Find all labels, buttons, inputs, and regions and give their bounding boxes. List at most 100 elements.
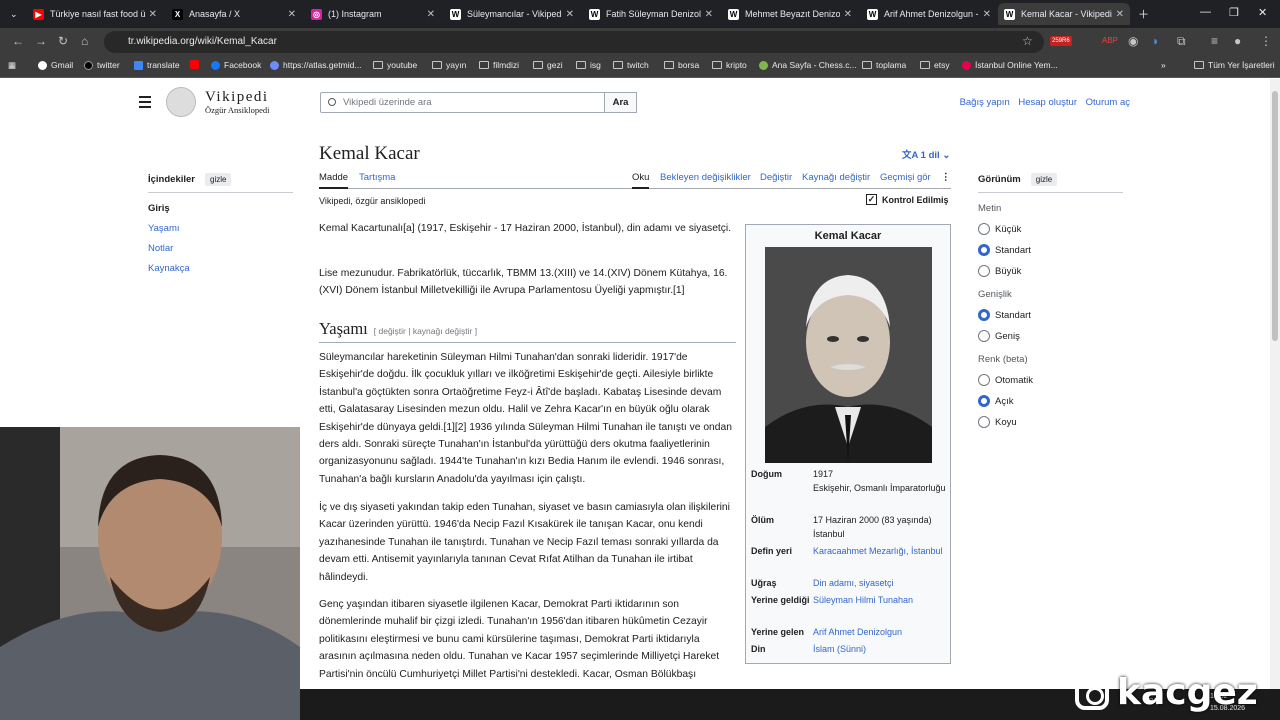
bookmark-folder[interactable]: borsa: [664, 60, 699, 70]
forward-icon[interactable]: →: [35, 34, 47, 48]
bookmark-folder[interactable]: youtube: [373, 60, 417, 70]
adblock-icon[interactable]: ABP: [1102, 36, 1118, 45]
bookmark-item[interactable]: Facebook: [211, 60, 261, 70]
tab-talk[interactable]: Tartışma: [359, 172, 395, 183]
home-icon[interactable]: ⌂: [81, 34, 88, 48]
wikipedia-icon: W: [450, 8, 461, 20]
radio-color-auto[interactable]: Otomatik: [978, 374, 1123, 386]
close-icon[interactable]: ✕: [149, 9, 157, 20]
toc-item[interactable]: Yaşamı: [148, 223, 293, 234]
tab-edit[interactable]: Değiştir: [760, 172, 792, 183]
login-link[interactable]: Oturum aç: [1086, 97, 1130, 108]
extension-icon[interactable]: ◗: [1152, 34, 1159, 48]
bookmark-item[interactable]: translate: [134, 60, 180, 70]
tab-pending-changes[interactable]: Bekleyen değişiklikler: [660, 172, 751, 183]
toc-item[interactable]: Notlar: [148, 243, 293, 254]
bookmark-item[interactable]: [190, 60, 203, 69]
bookmark-folder[interactable]: twitch: [613, 60, 649, 70]
apps-icon[interactable]: ▦: [8, 60, 16, 71]
wikipedia-globe-icon[interactable]: [166, 87, 196, 117]
instagram-icon: ◎: [311, 8, 322, 20]
tab-item[interactable]: W Arif Ahmet Denizolgun - V ✕: [861, 3, 997, 25]
close-icon[interactable]: ✕: [566, 9, 574, 20]
tab-edit-source[interactable]: Kaynağı değiştir: [802, 172, 870, 183]
reload-icon[interactable]: ↻: [58, 34, 68, 48]
new-tab-button[interactable]: ＋: [1138, 6, 1149, 22]
bookmark-star-icon[interactable]: ☆: [1022, 34, 1033, 48]
tab-item[interactable]: WMehmet Beyazıt Denizolgu✕: [722, 3, 858, 25]
media-icon[interactable]: ≡: [1211, 34, 1218, 48]
maximize-button[interactable]: ❐: [1229, 6, 1239, 19]
language-button[interactable]: 文A 1 dil ⌄: [902, 147, 950, 161]
address-input[interactable]: tr.wikipedia.org/wiki/Kemal_Kacar: [104, 31, 1044, 53]
close-icon[interactable]: ✕: [983, 9, 991, 20]
main-menu-icon[interactable]: [139, 96, 151, 111]
radio-text-standard[interactable]: Standart: [978, 244, 1123, 256]
radio-width-wide[interactable]: Geniş: [978, 330, 1123, 342]
tab-item-active[interactable]: W Kemal Kacar - Vikipedi ✕: [998, 3, 1130, 25]
toc-item[interactable]: Kaynakça: [148, 263, 293, 274]
x-icon: [84, 60, 93, 70]
close-icon[interactable]: ✕: [288, 9, 296, 20]
more-bookmarks-icon[interactable]: »: [1161, 60, 1166, 70]
portrait-image[interactable]: [765, 247, 932, 463]
close-icon[interactable]: ✕: [1116, 9, 1124, 20]
bookmark-item[interactable]: Ana Sayfa - Chess.c...: [759, 60, 857, 70]
checked-badge[interactable]: ✓ Kontrol Edilmiş: [866, 194, 949, 205]
bookmark-folder[interactable]: gezi: [533, 60, 563, 70]
bookmark-folder[interactable]: etsy: [920, 60, 950, 70]
close-icon[interactable]: ✕: [844, 9, 852, 20]
tab-search-button[interactable]: ⌄: [4, 3, 22, 25]
radio-color-light[interactable]: Açık: [978, 395, 1123, 407]
extension-icon[interactable]: ◉: [1128, 34, 1138, 48]
radio-text-large[interactable]: Büyük: [978, 265, 1123, 277]
tab-item[interactable]: X Anasayfa / X ✕: [166, 3, 302, 25]
close-window-button[interactable]: ✕: [1258, 6, 1267, 19]
scrollbar-thumb[interactable]: [1272, 91, 1278, 341]
search-button[interactable]: Ara: [604, 92, 637, 113]
tab-item[interactable]: W Süleymancılar - Vikipedi ✕: [444, 3, 580, 25]
color-label: Renk (beta): [978, 354, 1028, 365]
section-edit-links[interactable]: [ değiştir | kaynağı değiştir ]: [374, 326, 477, 336]
bookmark-item[interactable]: https://atlas.getmid...: [270, 60, 361, 70]
more-menu-icon[interactable]: ⋮: [941, 172, 951, 183]
bookmark-folder[interactable]: isg: [576, 60, 601, 70]
back-icon[interactable]: ←: [12, 34, 24, 48]
bookmark-folder[interactable]: toplama: [862, 60, 906, 70]
radio-color-dark[interactable]: Koyu: [978, 416, 1123, 428]
bookmark-item[interactable]: Gmail: [38, 60, 73, 70]
site-logo[interactable]: Vikipedi Özgür Ansiklopedi: [205, 89, 269, 115]
close-icon[interactable]: ✕: [705, 9, 713, 20]
folder-icon: [432, 61, 442, 69]
tab-item[interactable]: ▶ Türkiye nasıl fast food ülk ✕: [27, 3, 163, 25]
personal-links: Bağış yapın Hesap oluştur Oturum aç: [954, 97, 1130, 108]
page-scrollbar[interactable]: [1270, 79, 1280, 689]
tab-item[interactable]: ◎ (1) Instagram ✕: [305, 3, 441, 25]
search-input[interactable]: Vikipedi üzerinde ara: [320, 92, 605, 113]
puzzle-icon[interactable]: ⧉: [1177, 34, 1186, 49]
menu-icon[interactable]: ⋮: [1260, 34, 1272, 48]
bookmark-item[interactable]: twitter: [84, 60, 120, 70]
extension-badge[interactable]: 259R6: [1050, 36, 1072, 46]
appearance-hide-button[interactable]: gizle: [1030, 173, 1058, 186]
bookmark-folder[interactable]: yayın: [432, 60, 466, 70]
toc-hide-button[interactable]: gizle: [205, 173, 232, 186]
close-icon[interactable]: ✕: [427, 9, 435, 20]
tab-article[interactable]: Madde: [319, 172, 349, 189]
tab-item[interactable]: W Fatih Süleyman Denizolgu ✕: [583, 3, 719, 25]
donate-link[interactable]: Bağış yapın: [960, 97, 1010, 108]
bookmark-folder[interactable]: filmdizi: [479, 60, 519, 70]
bookmark-folder[interactable]: Tüm Yer İşaretleri: [1194, 60, 1275, 70]
radio-text-small[interactable]: Küçük: [978, 223, 1123, 235]
radio-width-standard[interactable]: Standart: [978, 309, 1123, 321]
yemeksepeti-icon: [962, 60, 971, 70]
bookmark-folder[interactable]: kripto: [712, 60, 747, 70]
minimize-button[interactable]: —: [1200, 6, 1211, 18]
logo-title: Vikipedi: [205, 89, 269, 105]
toc-item[interactable]: Giriş: [148, 203, 293, 214]
avatar[interactable]: ●: [1234, 34, 1241, 48]
bookmark-item[interactable]: İstanbul Online Yem...: [962, 60, 1058, 70]
create-account-link[interactable]: Hesap oluştur: [1018, 97, 1077, 108]
tab-read[interactable]: Oku: [632, 172, 650, 189]
tab-history[interactable]: Geçmişi gör: [880, 172, 931, 183]
